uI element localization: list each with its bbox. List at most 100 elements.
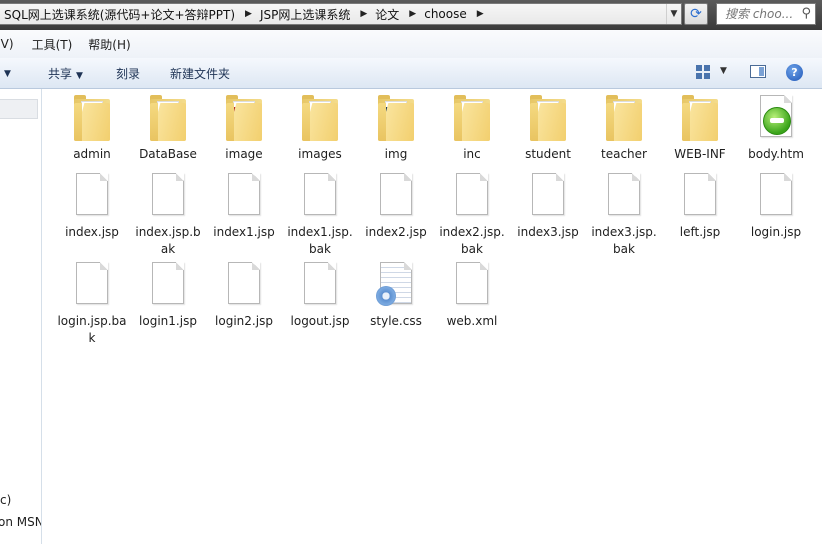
address-bar[interactable]: SQL网上选课系统(源代码+论文+答辩PPT) ▶ JSP网上选课系统 ▶ 论文… <box>0 3 682 25</box>
share-label: 共享 <box>48 67 73 81</box>
css-file-icon <box>372 260 420 310</box>
file-item[interactable]: logout.jsp <box>282 260 358 330</box>
file-name: left.jsp <box>679 225 721 239</box>
file-name: inc <box>463 147 481 161</box>
file-item[interactable]: login.jsp.bak <box>54 260 130 347</box>
preview-pane-icon[interactable] <box>750 65 766 78</box>
file-item[interactable]: index3.jsp <box>510 171 586 241</box>
file-name: login.jsp.bak <box>57 314 127 345</box>
file-item[interactable]: admin <box>54 93 130 163</box>
file-name: index2.jsp.bak <box>439 225 505 256</box>
file-name: WEB-INF <box>674 147 726 161</box>
file-name: style.css <box>370 314 422 328</box>
file-name: web.xml <box>446 314 498 328</box>
address-dropdown-icon[interactable]: ▼ <box>666 4 681 24</box>
file-name: index2.jsp <box>365 225 427 239</box>
file-item[interactable]: style.css <box>358 260 434 330</box>
organize-dropdown-icon[interactable]: ▼ <box>0 65 11 79</box>
folder-icon <box>68 93 116 143</box>
share-button[interactable]: 共享 ▼ <box>48 65 83 82</box>
file-icon <box>220 171 268 221</box>
breadcrumb-thesis[interactable]: 论文 <box>371 6 405 23</box>
file-icon <box>676 171 724 221</box>
file-item[interactable]: index3.jsp.bak <box>586 171 662 258</box>
file-item[interactable]: teacher <box>586 93 662 163</box>
file-name: index1.jsp.bak <box>287 225 353 256</box>
breadcrumb-choose[interactable]: choose <box>420 7 473 21</box>
file-name: teacher <box>601 147 647 161</box>
file-icon <box>524 171 572 221</box>
file-item[interactable]: index1.jsp.bak <box>282 171 358 258</box>
file-item[interactable]: web.xml <box>434 260 510 330</box>
file-icon <box>68 171 116 221</box>
nav-item-text[interactable]: c) <box>0 493 11 507</box>
html-file-icon <box>752 93 800 143</box>
navigation-pane[interactable]: c) on MSN <box>0 89 42 544</box>
file-name: index.jsp <box>65 225 119 239</box>
file-name: images <box>298 147 342 161</box>
nav-item-msn[interactable]: on MSN <box>0 515 41 529</box>
file-item[interactable]: index1.jsp <box>206 171 282 241</box>
search-icon[interactable]: ⚲ <box>801 6 811 21</box>
folder-icon <box>144 93 192 143</box>
file-icon <box>296 260 344 310</box>
change-view-icon[interactable] <box>696 65 710 79</box>
file-item[interactable]: image <box>206 93 282 163</box>
file-item[interactable]: student <box>510 93 586 163</box>
folder-icon <box>296 93 344 143</box>
new-folder-button[interactable]: 新建文件夹 <box>170 65 230 82</box>
file-icon <box>448 260 496 310</box>
breadcrumb-arrow-icon[interactable]: ▶ <box>405 9 420 19</box>
file-item[interactable]: index2.jsp <box>358 171 434 241</box>
breadcrumb-jsp[interactable]: JSP网上选课系统 <box>256 6 356 23</box>
file-name: student <box>525 147 571 161</box>
command-bar: ▼ 共享 ▼ 刻录 新建文件夹 ▼ ? <box>0 58 822 89</box>
file-item[interactable]: index.jsp <box>54 171 130 241</box>
address-bar-strip: SQL网上选课系统(源代码+论文+答辩PPT) ▶ JSP网上选课系统 ▶ 论文… <box>0 0 822 30</box>
file-name: login2.jsp <box>215 314 273 328</box>
menu-tools[interactable]: 工具(T) <box>32 36 89 53</box>
breadcrumb-arrow-icon[interactable]: ▶ <box>356 9 371 19</box>
file-item[interactable]: left.jsp <box>662 171 738 241</box>
file-item[interactable]: index.jsp.bak <box>130 171 206 258</box>
file-item[interactable]: WEB-INF <box>662 93 738 163</box>
file-item[interactable]: body.htm <box>738 93 814 163</box>
file-item[interactable]: login1.jsp <box>130 260 206 330</box>
breadcrumb-project[interactable]: SQL网上选课系统(源代码+论文+答辩PPT) <box>0 6 241 23</box>
file-icon <box>752 171 800 221</box>
file-name: admin <box>73 147 111 161</box>
nav-selected-item[interactable] <box>0 99 38 119</box>
refresh-icon[interactable]: ⟳ <box>684 3 708 25</box>
menu-bar: (V) 工具(T) 帮助(H) <box>0 30 822 59</box>
breadcrumb-arrow-icon[interactable]: ▶ <box>473 9 488 19</box>
file-icon <box>144 171 192 221</box>
search-input[interactable] <box>725 7 801 21</box>
file-icon <box>220 260 268 310</box>
file-icon <box>296 171 344 221</box>
file-name: image <box>225 147 263 161</box>
folder-icon <box>676 93 724 143</box>
folder-icon <box>524 93 572 143</box>
search-box[interactable]: ⚲ <box>716 3 816 25</box>
view-options-dropdown-icon[interactable]: ▼ <box>720 66 727 76</box>
file-name: img <box>384 147 408 161</box>
file-item[interactable]: login.jsp <box>738 171 814 241</box>
file-name: login1.jsp <box>139 314 197 328</box>
menu-view[interactable]: (V) <box>0 37 32 51</box>
file-item[interactable]: index2.jsp.bak <box>434 171 510 258</box>
file-item[interactable]: DataBase <box>130 93 206 163</box>
file-item[interactable]: login2.jsp <box>206 260 282 330</box>
file-item[interactable]: img <box>358 93 434 163</box>
file-item[interactable]: inc <box>434 93 510 163</box>
file-icon <box>144 260 192 310</box>
file-icon <box>448 171 496 221</box>
breadcrumb-arrow-icon[interactable]: ▶ <box>241 9 256 19</box>
file-item[interactable]: images <box>282 93 358 163</box>
menu-help[interactable]: 帮助(H) <box>88 36 139 53</box>
file-icon <box>372 171 420 221</box>
folder-icon <box>448 93 496 143</box>
folder-icon <box>220 93 268 143</box>
burn-button[interactable]: 刻录 <box>116 65 140 82</box>
file-icon <box>68 260 116 310</box>
help-icon[interactable]: ? <box>786 64 803 81</box>
